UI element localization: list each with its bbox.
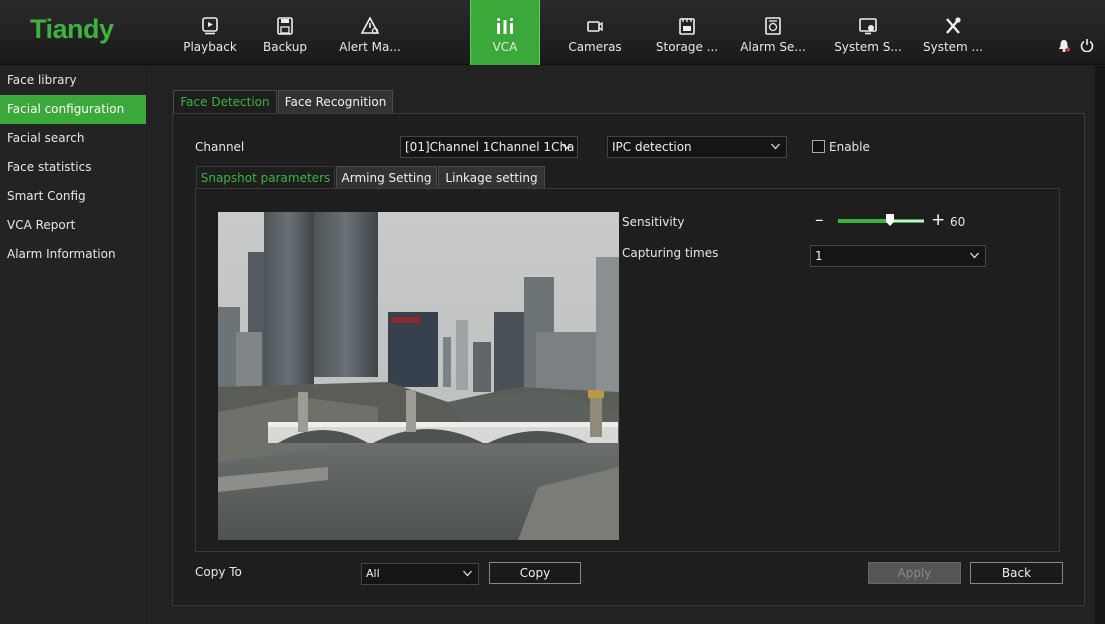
tab-arming-setting[interactable]: Arming Setting (336, 166, 437, 189)
capturing-times-select[interactable]: 1 (810, 245, 986, 267)
chevron-down-icon (562, 143, 571, 150)
chevron-down-icon (463, 570, 472, 577)
system-settings-icon (859, 18, 877, 35)
sensitivity-decrease-button[interactable]: – (815, 212, 824, 229)
camera-preview-image (218, 212, 619, 540)
nav-backup[interactable]: Backup (250, 0, 320, 65)
top-navigation-bar: Tiandy Playback Backup Alert Ma... VCA C… (0, 0, 1105, 65)
sidebar-item-face-statistics[interactable]: Face statistics (0, 153, 146, 182)
nav-system-maintenance[interactable]: System ... (918, 0, 988, 65)
nav-alarm-settings-label: Alarm Se... (740, 40, 806, 54)
bell-icon[interactable] (1058, 39, 1070, 52)
channel-label: Channel (195, 140, 245, 154)
chevron-down-icon (970, 252, 979, 259)
copy-to-value: All (366, 567, 380, 580)
apply-button[interactable]: Apply (868, 562, 961, 584)
power-icon[interactable] (1080, 38, 1094, 52)
enable-label: Enable (829, 140, 870, 154)
sidebar-item-facial-search[interactable]: Facial search (0, 124, 146, 153)
tab-face-recognition[interactable]: Face Recognition (278, 90, 393, 113)
right-edge (1095, 66, 1105, 624)
sensitivity-increase-button[interactable]: + (931, 212, 945, 229)
sidebar: Face library Facial configuration Facial… (0, 66, 146, 624)
sidebar-item-alarm-information[interactable]: Alarm Information (0, 240, 146, 269)
enable-checkbox[interactable] (812, 140, 825, 153)
camera-preview (218, 212, 619, 540)
nav-storage-label: Storage ... (655, 40, 719, 54)
playback-icon (202, 17, 218, 35)
sensitivity-label: Sensitivity (622, 215, 685, 229)
tools-icon (946, 17, 961, 34)
alarm-settings-icon (765, 17, 781, 35)
nav-storage[interactable]: Storage ... (652, 0, 722, 65)
tab-face-detection[interactable]: Face Detection (173, 90, 277, 113)
sidebar-item-smart-config[interactable]: Smart Config (0, 182, 146, 211)
nav-cameras[interactable]: Cameras (560, 0, 630, 65)
nav-alert-label: Alert Ma... (339, 40, 401, 54)
sidebar-item-face-library[interactable]: Face library (0, 66, 146, 95)
sensitivity-value: 60 (950, 215, 966, 229)
camera-icon (587, 21, 603, 32)
copy-button[interactable]: Copy (489, 562, 581, 584)
nav-vca[interactable]: VCA (470, 0, 540, 65)
sensitivity-slider-remainder (892, 220, 924, 222)
channel-select-value: [01]Channel 1Channel 1Cha (405, 140, 575, 154)
copy-to-select[interactable]: All (361, 563, 479, 585)
save-icon (277, 17, 293, 35)
nav-cameras-label: Cameras (568, 40, 622, 54)
nav-system-settings[interactable]: System S... (833, 0, 903, 65)
copy-to-label: Copy To (195, 565, 242, 579)
nav-backup-label: Backup (263, 40, 307, 54)
nav-system-label: System ... (922, 40, 983, 54)
nav-alarm-settings[interactable]: Alarm Se... (738, 0, 808, 65)
sidebar-item-vca-report[interactable]: VCA Report (0, 211, 146, 240)
nav-alert-management[interactable]: Alert Ma... (335, 0, 405, 65)
chevron-down-icon (771, 143, 780, 150)
nav-playback-label: Playback (183, 40, 237, 54)
tab-snapshot-parameters[interactable]: Snapshot parameters (196, 166, 335, 189)
nav-vca-label: VCA (492, 40, 518, 54)
back-button[interactable]: Back (970, 562, 1063, 584)
alert-icon (360, 17, 380, 35)
tab-linkage-setting[interactable]: Linkage setting (438, 166, 545, 189)
nav-playback[interactable]: Playback (175, 0, 245, 65)
capturing-times-value: 1 (815, 249, 823, 263)
capturing-times-label: Capturing times (622, 246, 719, 260)
nav-system-settings-label: System S... (834, 40, 902, 54)
storage-icon (679, 18, 695, 35)
channel-select[interactable]: [01]Channel 1Channel 1Cha (400, 136, 578, 158)
detection-mode-select[interactable]: IPC detection (607, 136, 787, 158)
vca-icon (497, 18, 513, 34)
detection-mode-value: IPC detection (612, 140, 692, 154)
sidebar-item-facial-configuration[interactable]: Facial configuration (0, 95, 146, 124)
tiandy-logo: Tiandy (30, 14, 114, 44)
